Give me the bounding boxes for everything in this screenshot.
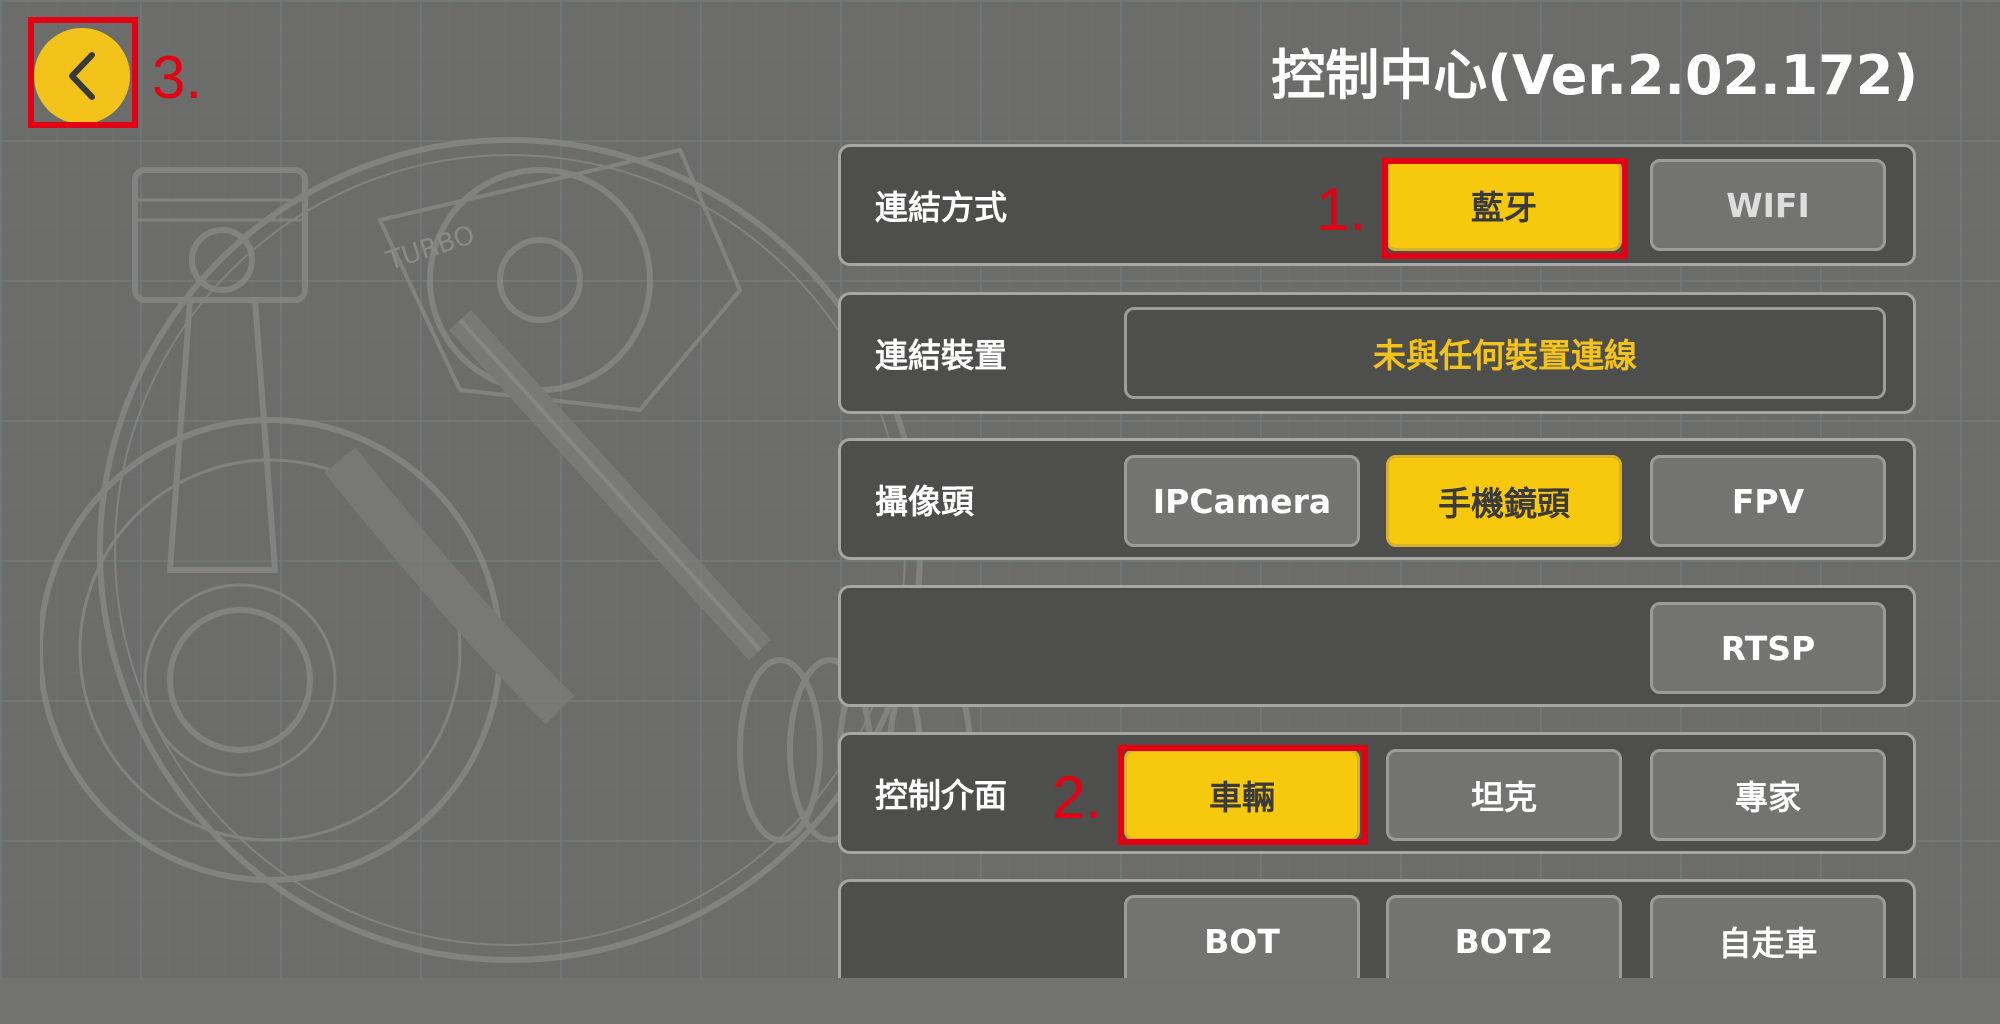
bot2-button[interactable]: BOT2: [1386, 895, 1622, 987]
row-connection-method: 連結方式 藍牙 WIFI: [838, 144, 1916, 266]
annotation-number-1: 1.: [1316, 176, 1367, 243]
bottom-overlay: [0, 978, 2000, 1024]
control-interface-label: 控制介面: [875, 776, 1007, 815]
fpv-button[interactable]: FPV: [1650, 455, 1886, 547]
annotation-number-2: 2.: [1052, 764, 1103, 831]
row-camera: 攝像頭 IPCamera 手機鏡頭 FPV: [838, 438, 1916, 560]
device-status[interactable]: 未與任何裝置連線: [1124, 307, 1886, 399]
page-title: 控制中心(Ver.2.02.172): [1271, 44, 1918, 107]
wifi-button[interactable]: WIFI: [1650, 159, 1886, 251]
connection-method-label: 連結方式: [875, 188, 1007, 227]
back-button[interactable]: [34, 28, 130, 124]
row-camera-extra: RTSP: [838, 585, 1916, 707]
vehicle-button[interactable]: 車輛: [1124, 749, 1360, 841]
annotation-number-3: 3.: [152, 44, 203, 111]
camera-label: 攝像頭: [875, 482, 974, 521]
connected-device-label: 連結裝置: [875, 336, 1007, 375]
bluetooth-button[interactable]: 藍牙: [1386, 159, 1622, 251]
rtsp-button[interactable]: RTSP: [1650, 602, 1886, 694]
self-driving-car-button[interactable]: 自走車: [1650, 895, 1886, 987]
ipcamera-button[interactable]: IPCamera: [1124, 455, 1360, 547]
expert-button[interactable]: 專家: [1650, 749, 1886, 841]
row-connected-device: 連結裝置 未與任何裝置連線: [838, 292, 1916, 414]
bot-button[interactable]: BOT: [1124, 895, 1360, 987]
phone-camera-button[interactable]: 手機鏡頭: [1386, 455, 1622, 547]
row-control-interface: 控制介面 車輛 坦克 專家: [838, 732, 1916, 854]
chevron-left-icon: [69, 52, 95, 100]
row-control-extra: BOT BOT2 自走車: [838, 879, 1916, 987]
tank-button[interactable]: 坦克: [1386, 749, 1622, 841]
